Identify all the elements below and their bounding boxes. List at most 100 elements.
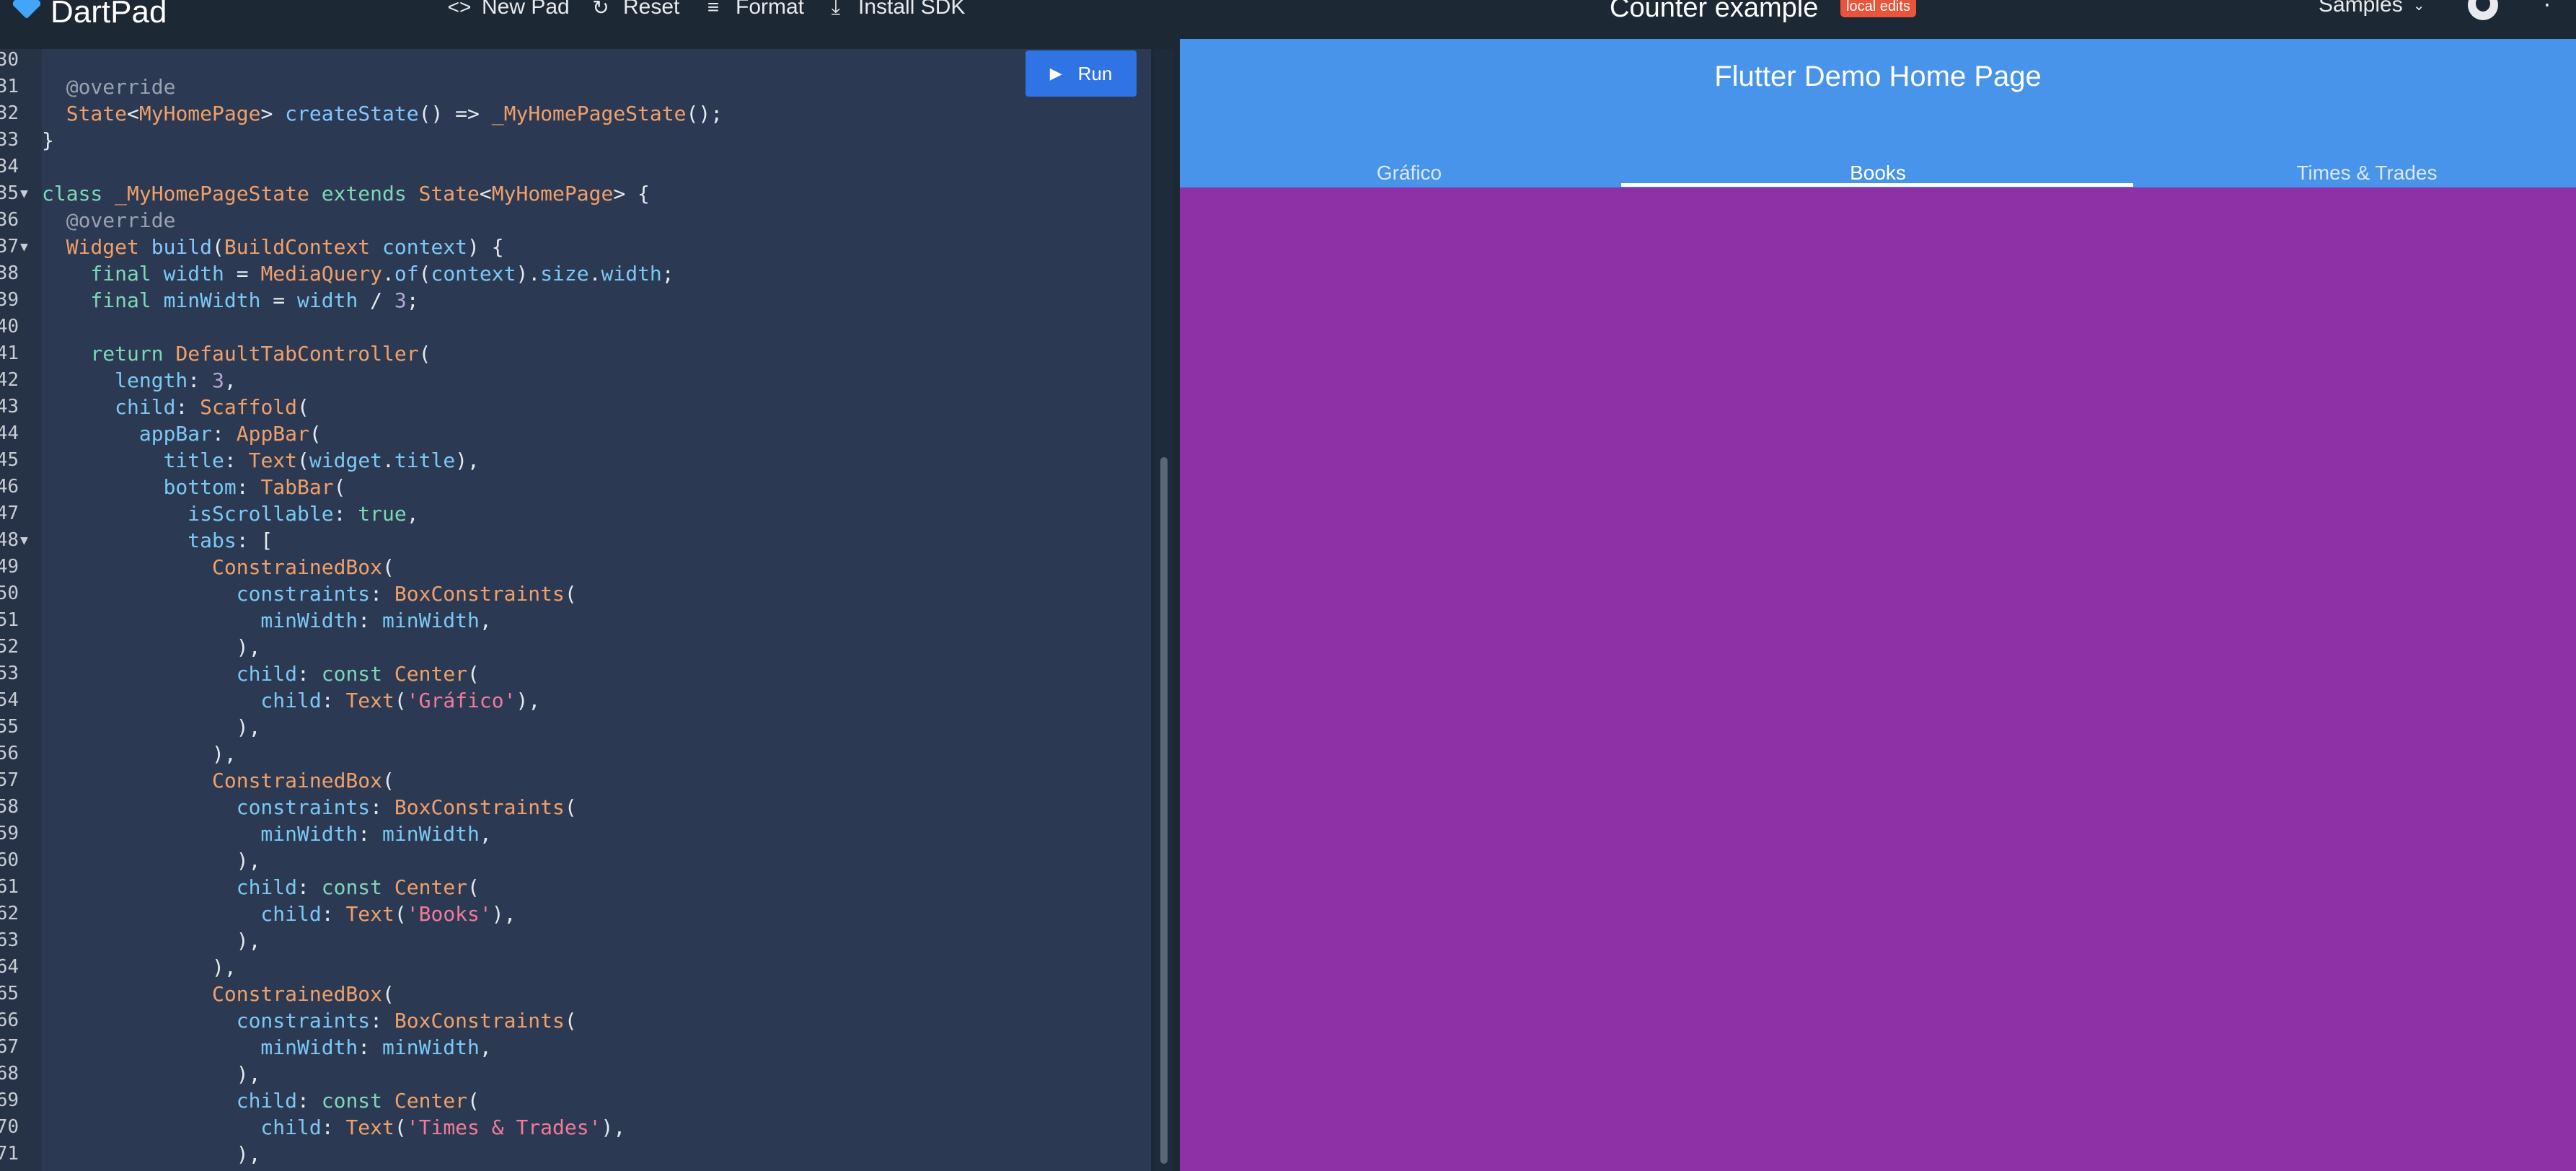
samples-dropdown[interactable]: Samples ⌄ <box>2319 0 2425 17</box>
code-token: : <box>212 422 237 446</box>
code-line[interactable]: 64 ), <box>0 954 1151 981</box>
line-number: 47 <box>0 503 19 524</box>
line-number: 36 <box>0 209 19 231</box>
code-token: 'Times & Trades' <box>406 1115 601 1139</box>
code-line[interactable]: 62 child: Text('Books'), <box>0 901 1151 927</box>
code-line[interactable]: 40 <box>0 314 1151 340</box>
refresh-icon: ↻ <box>592 0 609 19</box>
run-button[interactable]: ▶ Run <box>1025 50 1137 97</box>
tab-times-trades[interactable]: Times & Trades <box>2112 162 2576 185</box>
code-line[interactable]: 51 minWidth: minWidth, <box>0 607 1151 634</box>
code-token: child <box>42 395 176 419</box>
tab-books[interactable]: Books <box>1623 162 2133 185</box>
app-preview[interactable]: Flutter Demo Home Page Gráfico Books Tim… <box>1180 39 2576 1171</box>
code-line[interactable]: 57 ConstrainedBox( <box>0 767 1151 794</box>
code-line[interactable]: 36 @override <box>0 207 1151 234</box>
code-line[interactable]: 65 ConstrainedBox( <box>0 981 1151 1007</box>
code-line[interactable]: 46 bottom: TabBar( <box>0 474 1151 500</box>
code-line[interactable]: 47 isScrollable: true, <box>0 500 1151 527</box>
code-line[interactable]: 56 ), <box>0 741 1151 767</box>
code-line[interactable]: 60 ), <box>0 847 1151 874</box>
fold-toggle-icon[interactable]: ▼ <box>20 234 28 260</box>
code-line[interactable]: 35 ▼ class _MyHomePageState extends State<… <box>0 180 1151 207</box>
code-token: minWidth <box>163 288 261 312</box>
code-line[interactable]: 66 constraints: BoxConstraints( <box>0 1007 1151 1034</box>
code-token: : <box>224 448 249 472</box>
panel-divider[interactable] <box>1174 39 1180 1171</box>
code-line[interactable]: 39 final minWidth = width / 3; <box>0 287 1151 314</box>
code-line[interactable]: 30 <box>0 47 1151 74</box>
code-line[interactable]: 68 ), <box>0 1061 1151 1087</box>
code-line[interactable]: 41 return DefaultTabController( <box>0 340 1151 367</box>
code-token: ( <box>564 1009 577 1033</box>
code-token: Center <box>394 662 468 686</box>
line-number: 32 <box>0 102 19 124</box>
code-line[interactable]: 44 appBar: AppBar( <box>0 420 1151 447</box>
format-button[interactable]: ≡ Format <box>701 0 804 22</box>
code-line[interactable]: 61 child: const Center( <box>0 874 1151 901</box>
tab-grafico[interactable]: Gráfico <box>1154 162 1664 185</box>
code-token: child <box>42 689 322 712</box>
fold-toggle-icon[interactable]: ▼ <box>20 180 28 207</box>
editor-scrollbar[interactable] <box>1154 49 1174 1171</box>
code-line[interactable]: 31 @override <box>0 74 1151 100</box>
code-line[interactable]: 50 constraints: BoxConstraints( <box>0 580 1151 607</box>
github-icon[interactable] <box>2468 0 2498 20</box>
code-token: 3 <box>394 288 407 312</box>
code-line[interactable]: 54 child: Text('Gráfico'), <box>0 687 1151 714</box>
line-number: 41 <box>0 343 19 364</box>
dart-logo-icon <box>13 0 40 26</box>
code-line[interactable]: 48 ▼ tabs: [ <box>0 527 1151 554</box>
code-token: child <box>42 902 322 926</box>
code-token: _MyHomePageState <box>115 182 322 206</box>
code-token: = <box>260 288 298 312</box>
code-line[interactable]: 55 ), <box>0 714 1151 741</box>
code-line[interactable]: 53 child: const Center( <box>0 660 1151 687</box>
more-vert-icon[interactable]: ⋮ <box>2536 0 2559 8</box>
line-number: 38 <box>0 262 19 284</box>
code-text: ), <box>42 1141 261 1167</box>
code-token: ), <box>516 689 541 712</box>
code-text: @override <box>42 74 176 100</box>
code-line[interactable]: 33} <box>0 127 1151 154</box>
line-number: 49 <box>0 556 19 578</box>
brand[interactable]: DartPad <box>13 0 167 30</box>
code-line[interactable]: 63 ), <box>0 927 1151 954</box>
code-token: context <box>431 262 516 286</box>
fold-toggle-icon[interactable]: ▼ <box>20 527 28 554</box>
code-line[interactable]: 34 <box>0 154 1151 180</box>
code-line[interactable]: 59 minWidth: minWidth, <box>0 821 1151 847</box>
chevron-down-icon: ⌄ <box>2412 0 2425 14</box>
code-line[interactable]: 70 child: Text('Times & Trades'), <box>0 1114 1151 1141</box>
new-pad-button[interactable]: <> New Pad <box>447 0 570 22</box>
code-line[interactable]: 37 ▼ Widget build(BuildContext context) { <box>0 234 1151 260</box>
code-token: : <box>358 1035 383 1059</box>
code-text: constraints: BoxConstraints( <box>42 1007 577 1034</box>
code-line[interactable]: 32 State<MyHomePage> createState() => _M… <box>0 100 1151 127</box>
code-token: child <box>42 875 298 899</box>
install-sdk-button[interactable]: ⤓ Install SDK <box>824 0 966 22</box>
code-line[interactable]: 69 child: const Center( <box>0 1087 1151 1114</box>
code-token: : <box>358 609 383 632</box>
code-editor[interactable]: 30 31 @override 32 State<MyHomePage> creat… <box>0 49 1151 1171</box>
code-line[interactable]: 52 ), <box>0 634 1151 660</box>
scrollbar-thumb[interactable] <box>1160 457 1168 1164</box>
code-line[interactable]: 38 final width = MediaQuery.of(context).… <box>0 260 1151 287</box>
code-line[interactable]: 49 ConstrainedBox( <box>0 554 1151 580</box>
code-token: : <box>370 1009 394 1033</box>
line-number: 60 <box>0 849 19 871</box>
code-line[interactable]: 43 child: Scaffold( <box>0 394 1151 420</box>
reset-button[interactable]: ↻ Reset <box>588 0 679 22</box>
code-line[interactable]: 45 title: Text(widget.title), <box>0 447 1151 474</box>
code-token: of <box>394 262 419 286</box>
code-text: isScrollable: true, <box>42 500 418 527</box>
code-line[interactable]: 42 length: 3, <box>0 367 1151 394</box>
code-line[interactable]: 71 ), <box>0 1141 1151 1167</box>
code-token: Text <box>345 1115 394 1139</box>
code-text: ), <box>42 714 261 741</box>
code-token: const <box>321 1089 394 1113</box>
code-token: ( <box>297 395 309 419</box>
code-token: : <box>175 395 200 419</box>
code-line[interactable]: 58 constraints: BoxConstraints( <box>0 794 1151 821</box>
code-line[interactable]: 67 minWidth: minWidth, <box>0 1034 1151 1061</box>
